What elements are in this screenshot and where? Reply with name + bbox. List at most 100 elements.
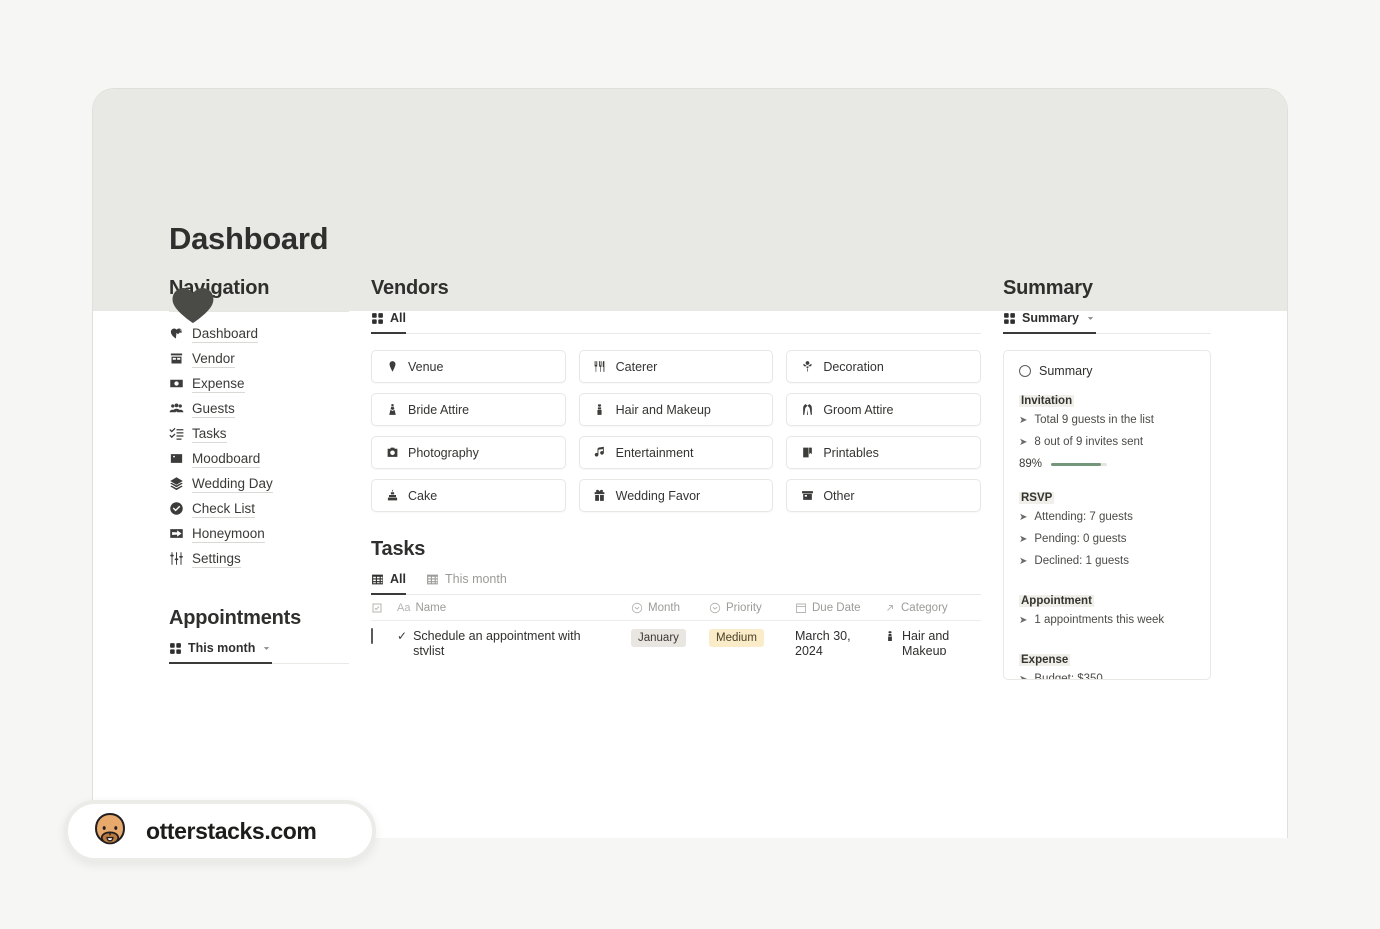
select-icon [709, 602, 721, 613]
vendor-card-venue[interactable]: Venue [371, 350, 566, 383]
vendor-card-other[interactable]: Other [786, 479, 981, 512]
vendor-card-label: Venue [408, 359, 444, 374]
summary-list-item: ➤ Declined: 1 guests [1019, 555, 1195, 567]
sidebar-item-tasks[interactable]: Tasks [169, 421, 349, 446]
column-header-label: Month [648, 601, 680, 614]
tab-this-month[interactable]: This month [169, 641, 273, 664]
tab-label: All [390, 572, 406, 586]
sidebar-item-wedding-day[interactable]: Wedding Day [169, 471, 349, 496]
tasks-tabs: All This month [371, 572, 981, 595]
sidebar-item-expense[interactable]: Expense [169, 371, 349, 396]
circle-icon [1019, 365, 1031, 377]
column-header-due-date[interactable]: Due Date [795, 602, 884, 614]
vendor-card-photography[interactable]: Photography [371, 436, 566, 469]
watermark-text: otterstacks.com [146, 817, 317, 844]
vendor-card-label: Wedding Favor [615, 488, 701, 503]
content-columns: Navigation Dashboard Vendor Expense Gues… [93, 277, 1287, 838]
appointments-heading: Appointments [169, 607, 302, 629]
table-row[interactable]: ✓ Schedule an appointment with stylist J… [371, 621, 981, 655]
vendor-card-label: Hair and Makeup [615, 402, 711, 417]
vendor-grid: Venue Caterer Decoration Bride Attire Ha… [371, 350, 981, 512]
check-circle-icon [169, 501, 184, 516]
due-date-value: March 30, 2024 [795, 629, 851, 655]
suit-icon [800, 403, 814, 417]
layers-icon [169, 476, 184, 491]
camera-icon [385, 446, 399, 460]
navigation-column: Navigation Dashboard Vendor Expense Gues… [93, 277, 371, 838]
sidebar-item-moodboard[interactable]: Moodboard [169, 446, 349, 471]
summary-tabs: Summary [1003, 311, 1211, 334]
vendor-card-cake[interactable]: Cake [371, 479, 566, 512]
summary-card[interactable]: Summary Invitation ➤ Total 9 guests in th… [1003, 350, 1211, 680]
column-header-month[interactable]: Month [631, 602, 709, 614]
sidebar-item-label: Tasks [192, 425, 227, 443]
vendor-card-label: Entertainment [615, 445, 694, 460]
summary-list-item: ➤ Pending: 0 guests [1019, 533, 1195, 545]
select-icon [631, 602, 643, 613]
tab-label: All [390, 311, 406, 325]
sidebar-item-vendor[interactable]: Vendor [169, 346, 349, 371]
chevron-down-icon [1087, 316, 1094, 320]
heart-icon [169, 281, 217, 329]
tab-tasks-all[interactable]: All [371, 572, 406, 595]
sidebar-item-settings[interactable]: Settings [169, 546, 349, 571]
column-header-label: Due Date [812, 601, 861, 614]
summary-card-title-row: Summary [1019, 364, 1195, 378]
task-category-cell[interactable]: Hair and Makeup [884, 629, 981, 655]
column-header-label: Priority [726, 601, 762, 614]
task-priority-cell[interactable]: Medium [709, 629, 795, 647]
vendor-card-bride-attire[interactable]: Bride Attire [371, 393, 566, 426]
vendor-card-entertainment[interactable]: Entertainment [578, 436, 774, 469]
task-due-date-cell[interactable]: March 30, 2024 [795, 629, 884, 655]
sidebar-item-honeymoon[interactable]: Honeymoon [169, 521, 349, 546]
vendor-card-hair-and-makeup[interactable]: Hair and Makeup [578, 393, 774, 426]
sidebar-item-label: Expense [192, 375, 245, 393]
sidebar-item-label: Wedding Day [192, 475, 273, 493]
navigation-list: Dashboard Vendor Expense Guests Tasks Mo… [169, 321, 349, 571]
progress-track [1051, 462, 1108, 466]
category-value: Hair and Makeup [902, 629, 954, 655]
tab-vendors-all[interactable]: All [371, 311, 406, 334]
sidebar-item-label: Guests [192, 400, 235, 418]
sidebar-item-guests[interactable]: Guests [169, 396, 349, 421]
summary-item-text: Budget: $350 [1034, 673, 1103, 680]
vendor-card-groom-attire[interactable]: Groom Attire [786, 393, 981, 426]
sidebar-item-check-list[interactable]: Check List [169, 496, 349, 521]
vendor-card-label: Photography [408, 445, 479, 460]
column-header-category[interactable]: Category [884, 602, 981, 614]
summary-section-rsvp: RSVP ➤ Attending: 7 guests ➤ Pending: 0 gu… [1019, 488, 1195, 567]
people-icon [169, 401, 184, 416]
arrow-icon: ➤ [1019, 534, 1028, 545]
task-name-cell[interactable]: ✓ Schedule an appointment with stylist [397, 629, 631, 655]
progress-percent: 89% [1019, 458, 1043, 470]
task-month-cell[interactable]: January [631, 629, 709, 647]
cutlery-icon [593, 360, 607, 374]
summary-list-item: ➤ Total 9 guests in the list [1019, 414, 1195, 426]
select-all-checkbox[interactable] [371, 602, 397, 614]
arrow-icon: ➤ [1019, 437, 1028, 448]
summary-list-item: ➤ Attending: 7 guests [1019, 511, 1195, 523]
vendor-card-caterer[interactable]: Caterer [578, 350, 774, 383]
book-icon [800, 446, 814, 460]
table-icon [427, 574, 438, 584]
dress-icon [385, 403, 399, 417]
summary-section-appointment: Appointment ➤ 1 appointments this week [1019, 591, 1195, 626]
vendor-card-wedding-favor[interactable]: Wedding Favor [578, 479, 774, 512]
plane-ticket-icon [169, 526, 184, 541]
vendor-card-printables[interactable]: Printables [786, 436, 981, 469]
summary-section-expense: Expense ➤ Budget: $350 [1019, 650, 1195, 680]
column-header-name[interactable]: Aa Name [397, 602, 631, 614]
tasks-table-header: Aa Name Month Priority Due Date Category [371, 595, 981, 621]
summary-heading: Summary [1003, 277, 1093, 299]
appointments-section: Appointments This month [169, 607, 349, 664]
column-header-priority[interactable]: Priority [709, 602, 795, 614]
tasks-section: Tasks All This month Aa Name Month Prior… [371, 538, 981, 655]
vendor-card-decoration[interactable]: Decoration [786, 350, 981, 383]
grid-icon [170, 642, 181, 654]
tab-tasks-this-month[interactable]: This month [426, 572, 507, 594]
archive-icon [800, 489, 814, 503]
tab-summary[interactable]: Summary [1003, 311, 1096, 334]
sliders-icon [169, 551, 184, 566]
row-checkbox[interactable] [371, 628, 397, 644]
checklist-icon [169, 426, 184, 441]
